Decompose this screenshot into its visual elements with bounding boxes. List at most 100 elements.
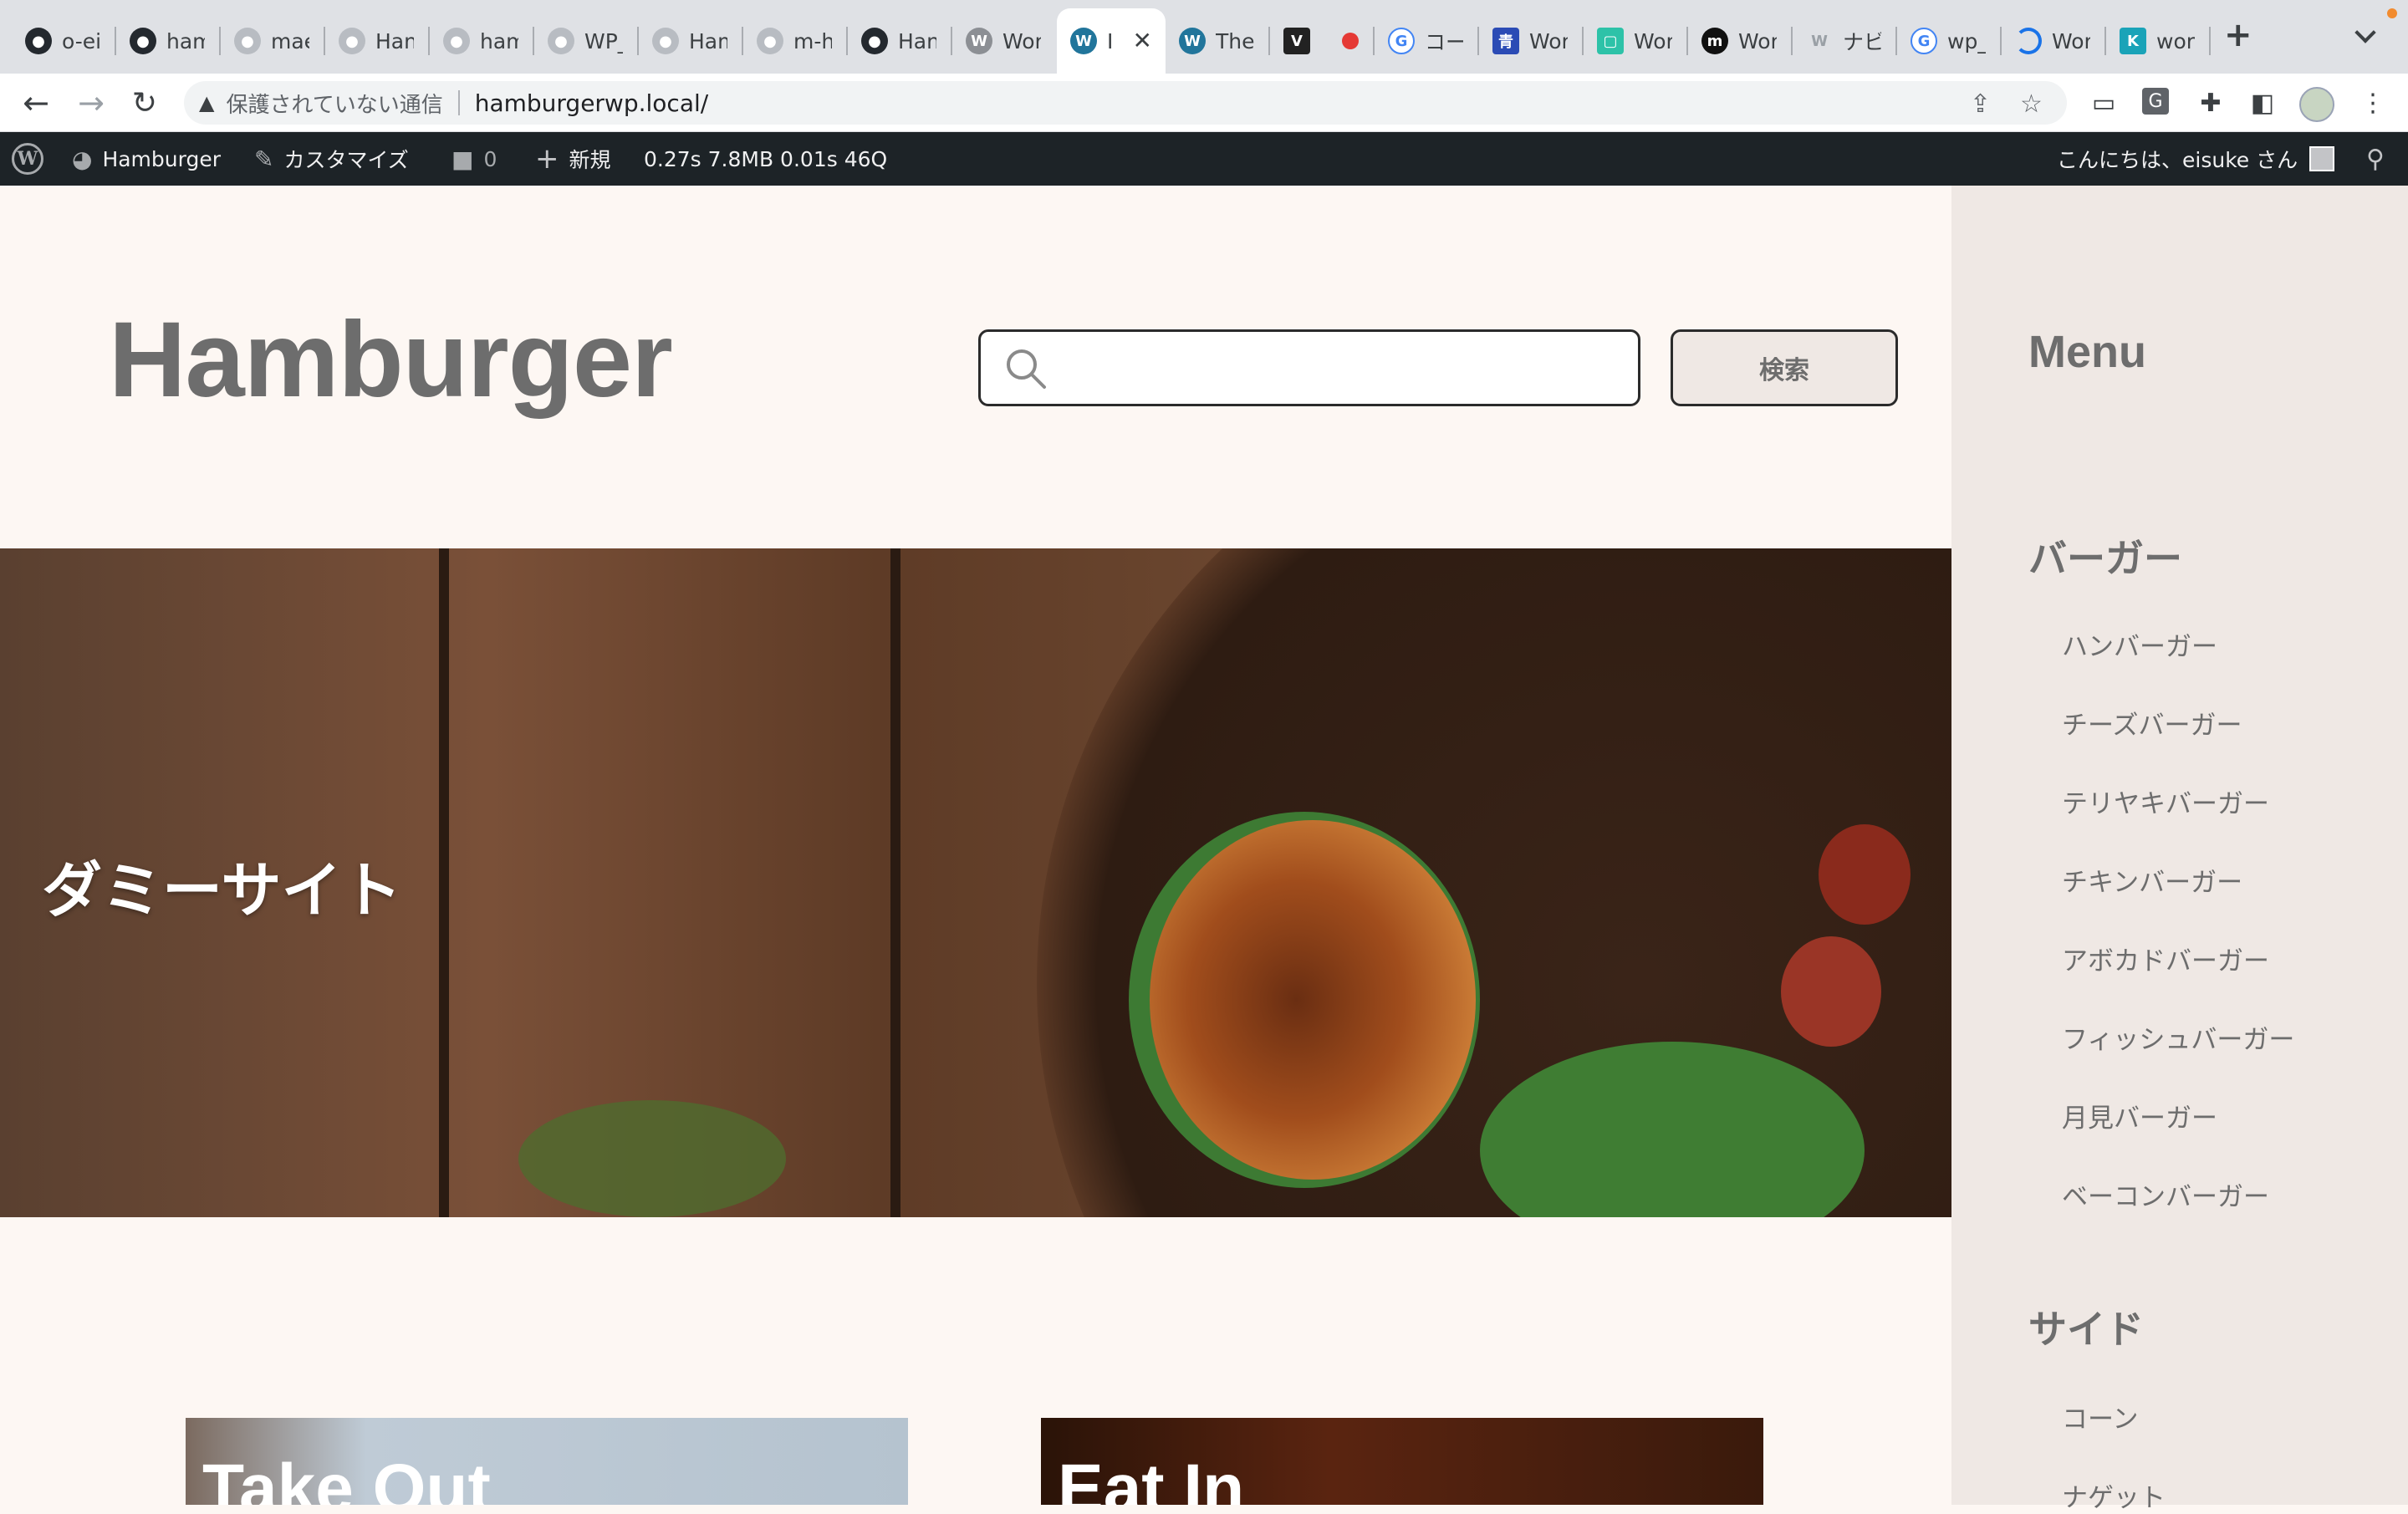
comments-link[interactable]: ■ 0 <box>452 132 497 186</box>
site-name-link[interactable]: ◕ Hamburger <box>72 132 221 186</box>
plus-icon: + <box>535 142 559 176</box>
wordpress-icon: W <box>12 143 43 175</box>
m-icon: m <box>1701 28 1728 54</box>
github-icon: ● <box>652 28 679 54</box>
browser-tab[interactable]: ▢ Wor <box>1584 8 1688 74</box>
google-icon: G <box>1911 28 1937 54</box>
user-greeting[interactable]: こんにちは、eisuke さん <box>2057 132 2335 186</box>
wp-admin-bar: W ◕ Hamburger ✎ カスタマイズ ■ 0 + 新規 0.27s 7.8MB … <box>0 132 2408 186</box>
cast-icon[interactable]: ▭ <box>2089 88 2119 118</box>
menu-item[interactable]: ベーコンバーガー <box>2062 1175 2269 1213</box>
menu-item[interactable]: 月見バーガー <box>2062 1097 2217 1134</box>
browser-tab[interactable]: 青 Wor <box>1479 8 1584 74</box>
side-panel-icon[interactable]: ◧ <box>2247 88 2278 118</box>
dashboard-icon: ◕ <box>72 145 93 173</box>
menu-item[interactable]: ハンバーガー <box>2062 625 2217 663</box>
eatin-card[interactable]: Eat In <box>1041 1418 1763 1505</box>
takeout-card[interactable]: Take Out <box>186 1418 908 1505</box>
notebook-icon: ▢ <box>1597 28 1624 54</box>
browser-tab[interactable]: ● Han <box>325 8 430 74</box>
github-icon: ● <box>443 28 470 54</box>
github-icon: ● <box>861 28 888 54</box>
insecure-label[interactable]: 保護されていない通信 <box>226 88 442 119</box>
menu-item[interactable]: ナゲット <box>2062 1476 2166 1514</box>
browser-tab[interactable]: m Wor <box>1688 8 1793 74</box>
menu-item[interactable]: チキンバーガー <box>2062 861 2242 899</box>
menu-title: Menu <box>2028 327 2146 377</box>
browser-tab[interactable]: ● m-h <box>743 8 848 74</box>
browser-tab[interactable]: ● o-ei <box>12 8 116 74</box>
more-vertical-icon[interactable]: ⋮ <box>2358 88 2388 118</box>
site-title[interactable]: Hamburger <box>109 298 673 421</box>
browser-tab-active[interactable]: W I ✕ <box>1057 8 1166 74</box>
hero-text: ダミーサイト <box>42 855 402 925</box>
hero-image: ダミーサイト <box>0 548 1951 1217</box>
browser-tab[interactable]: ● ham <box>430 8 534 74</box>
admin-search-icon[interactable]: ⚲ <box>2366 132 2385 186</box>
browser-tab[interactable]: ●mae <box>221 8 325 74</box>
menu-item[interactable]: アボカドバーガー <box>2062 940 2269 977</box>
record-icon <box>1342 33 1359 49</box>
browser-tab[interactable]: Gwp_ <box>1897 8 2002 74</box>
w-icon: W <box>1811 32 1828 50</box>
extensions-puzzle-icon[interactable]: ✚ <box>2196 88 2226 118</box>
forward-arrow-icon[interactable]: → <box>72 84 110 122</box>
browser-tab[interactable]: Wor <box>2002 8 2106 74</box>
new-content-link[interactable]: + 新規 <box>535 132 611 186</box>
browser-toolbar: ← → ↻ ▲ 保護されていない通信 hamburgerwp.local/ ⇪ … <box>0 74 2408 132</box>
search-input[interactable] <box>1064 340 1625 397</box>
section-title-side: サイド <box>2028 1307 2144 1352</box>
k-icon: K <box>2120 28 2146 54</box>
warning-icon[interactable]: ▲ <box>199 91 214 115</box>
wordpress-icon: W <box>1179 28 1206 54</box>
menu-item[interactable]: テリヤキバーガー <box>2062 782 2269 820</box>
browser-tab[interactable]: V <box>1270 8 1375 74</box>
reload-icon[interactable]: ↻ <box>125 84 164 122</box>
browser-tab[interactable]: ● Han <box>848 8 952 74</box>
section-title-burger: バーガー <box>2028 536 2182 581</box>
card-title: Eat In <box>1058 1450 1245 1505</box>
query-monitor-stats[interactable]: 0.27s 7.8MB 0.01s 46Q <box>644 132 887 186</box>
browser-tab[interactable]: W ナビ <box>1793 8 1897 74</box>
browser-tab[interactable]: W The <box>1166 8 1270 74</box>
share-icon[interactable]: ⇪ <box>1970 89 1991 119</box>
browser-tab[interactable]: ●Ham <box>639 8 743 74</box>
bookmark-star-icon[interactable]: ☆ <box>2020 89 2043 119</box>
main-content: Hamburger 検索 ダミーサイト Take Out Eat In <box>0 186 1951 1505</box>
user-avatar <box>2309 146 2335 171</box>
sidebar-menu: Menu バーガー ハンバーガー チーズバーガー テリヤキバーガー チキンバーガ… <box>1951 186 2408 1513</box>
search-icon <box>1007 349 1046 389</box>
url-text[interactable]: hamburgerwp.local/ <box>475 89 708 117</box>
profile-avatar[interactable] <box>2299 87 2334 122</box>
back-arrow-icon[interactable]: ← <box>17 84 55 122</box>
card-title: Take Out <box>202 1450 491 1505</box>
browser-tab[interactable]: Kwor <box>2106 8 2211 74</box>
grammar-extension-icon[interactable]: G <box>2142 88 2169 115</box>
search-form[interactable] <box>978 329 1640 406</box>
notification-dot <box>2387 8 2397 18</box>
browser-tab[interactable]: W Wor <box>952 8 1057 74</box>
google-icon: G <box>1388 28 1415 54</box>
ao-icon: 青 <box>1492 28 1519 54</box>
github-icon: ● <box>25 28 52 54</box>
menu-item[interactable]: コーン <box>2062 1398 2138 1435</box>
tab-search-chevron-icon[interactable] <box>2354 22 2376 43</box>
customize-link[interactable]: ✎ カスタマイズ <box>254 132 409 186</box>
browser-tab[interactable]: ● ham <box>116 8 221 74</box>
browser-tab[interactable]: ●WP_ <box>534 8 639 74</box>
comment-icon: ■ <box>452 145 474 173</box>
new-tab-button[interactable]: + <box>2224 18 2252 52</box>
search-button[interactable]: 検索 <box>1671 329 1898 406</box>
wordpress-icon: W <box>966 28 992 54</box>
menu-item[interactable]: チーズバーガー <box>2062 704 2242 742</box>
browser-tab-strip: ●o-ei ●ham ●mae ●Han ●ham ●WP_ ●Ham ●m-h… <box>0 0 2408 74</box>
address-bar[interactable]: ▲ 保護されていない通信 hamburgerwp.local/ ⇪ ☆ <box>184 81 2067 125</box>
menu-item[interactable]: フィッシュバーガー <box>2062 1018 2294 1056</box>
github-icon: ● <box>339 28 365 54</box>
browser-tab[interactable]: G コー <box>1375 8 1479 74</box>
github-icon: ● <box>548 28 574 54</box>
github-icon: ● <box>234 28 261 54</box>
close-icon[interactable]: ✕ <box>1133 27 1152 54</box>
github-icon: ● <box>757 28 783 54</box>
wordpress-logo-button[interactable]: W <box>12 132 43 186</box>
